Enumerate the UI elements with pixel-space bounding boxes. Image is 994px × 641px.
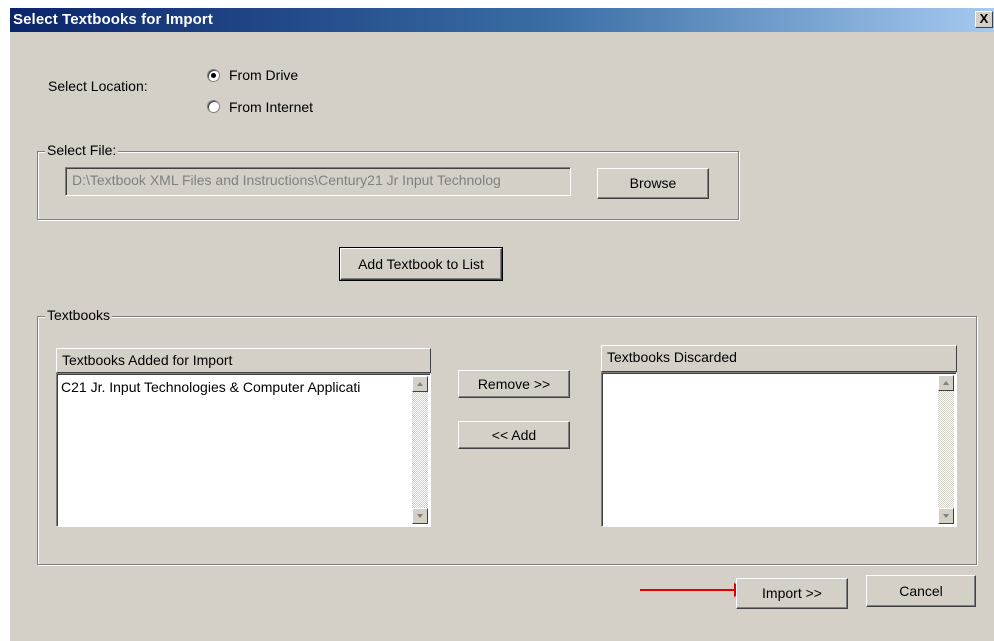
cancel-button[interactable]: Cancel xyxy=(866,575,976,607)
browse-button[interactable]: Browse xyxy=(597,168,709,199)
down-arrow-icon xyxy=(943,514,949,518)
radio-from-drive-label[interactable]: From Drive xyxy=(229,67,298,83)
radio-from-internet[interactable] xyxy=(207,100,220,113)
textbooks-group-label: Textbooks xyxy=(45,307,113,323)
discarded-list[interactable] xyxy=(601,372,957,527)
scroll-down-button[interactable] xyxy=(412,508,428,524)
radio-from-internet-label[interactable]: From Internet xyxy=(229,99,313,115)
file-path-field[interactable]: D:\Textbook XML Files and Instructions\C… xyxy=(65,167,571,196)
scroll-up-button[interactable] xyxy=(938,375,954,391)
added-list[interactable]: C21 Jr. Input Technologies & Computer Ap… xyxy=(56,373,431,527)
add-back-button[interactable]: << Add xyxy=(458,421,570,449)
added-list-header: Textbooks Added for Import xyxy=(56,348,431,373)
select-file-group-label: Select File: xyxy=(45,142,119,158)
dialog-window: Select Textbooks for Import X Select Loc… xyxy=(9,7,994,641)
discarded-list-scrollbar[interactable] xyxy=(938,375,954,524)
up-arrow-icon xyxy=(943,381,949,385)
title-bar[interactable]: Select Textbooks for Import X xyxy=(10,8,994,32)
remove-button[interactable]: Remove >> xyxy=(458,370,570,398)
up-arrow-icon xyxy=(417,382,423,386)
list-item[interactable]: C21 Jr. Input Technologies & Computer Ap… xyxy=(61,379,360,395)
scroll-down-button[interactable] xyxy=(938,508,954,524)
window-title: Select Textbooks for Import xyxy=(13,11,213,28)
select-location-label: Select Location: xyxy=(48,78,148,94)
radio-from-drive[interactable] xyxy=(207,69,220,82)
close-icon: X xyxy=(979,11,989,26)
discarded-list-header: Textbooks Discarded xyxy=(601,345,957,372)
import-button[interactable]: Import >> xyxy=(736,578,848,609)
scroll-up-button[interactable] xyxy=(412,376,428,392)
down-arrow-icon xyxy=(417,514,423,518)
added-list-scrollbar[interactable] xyxy=(412,376,428,524)
close-button[interactable]: X xyxy=(975,11,993,28)
add-textbook-to-list-button[interactable]: Add Textbook to List xyxy=(339,247,503,281)
